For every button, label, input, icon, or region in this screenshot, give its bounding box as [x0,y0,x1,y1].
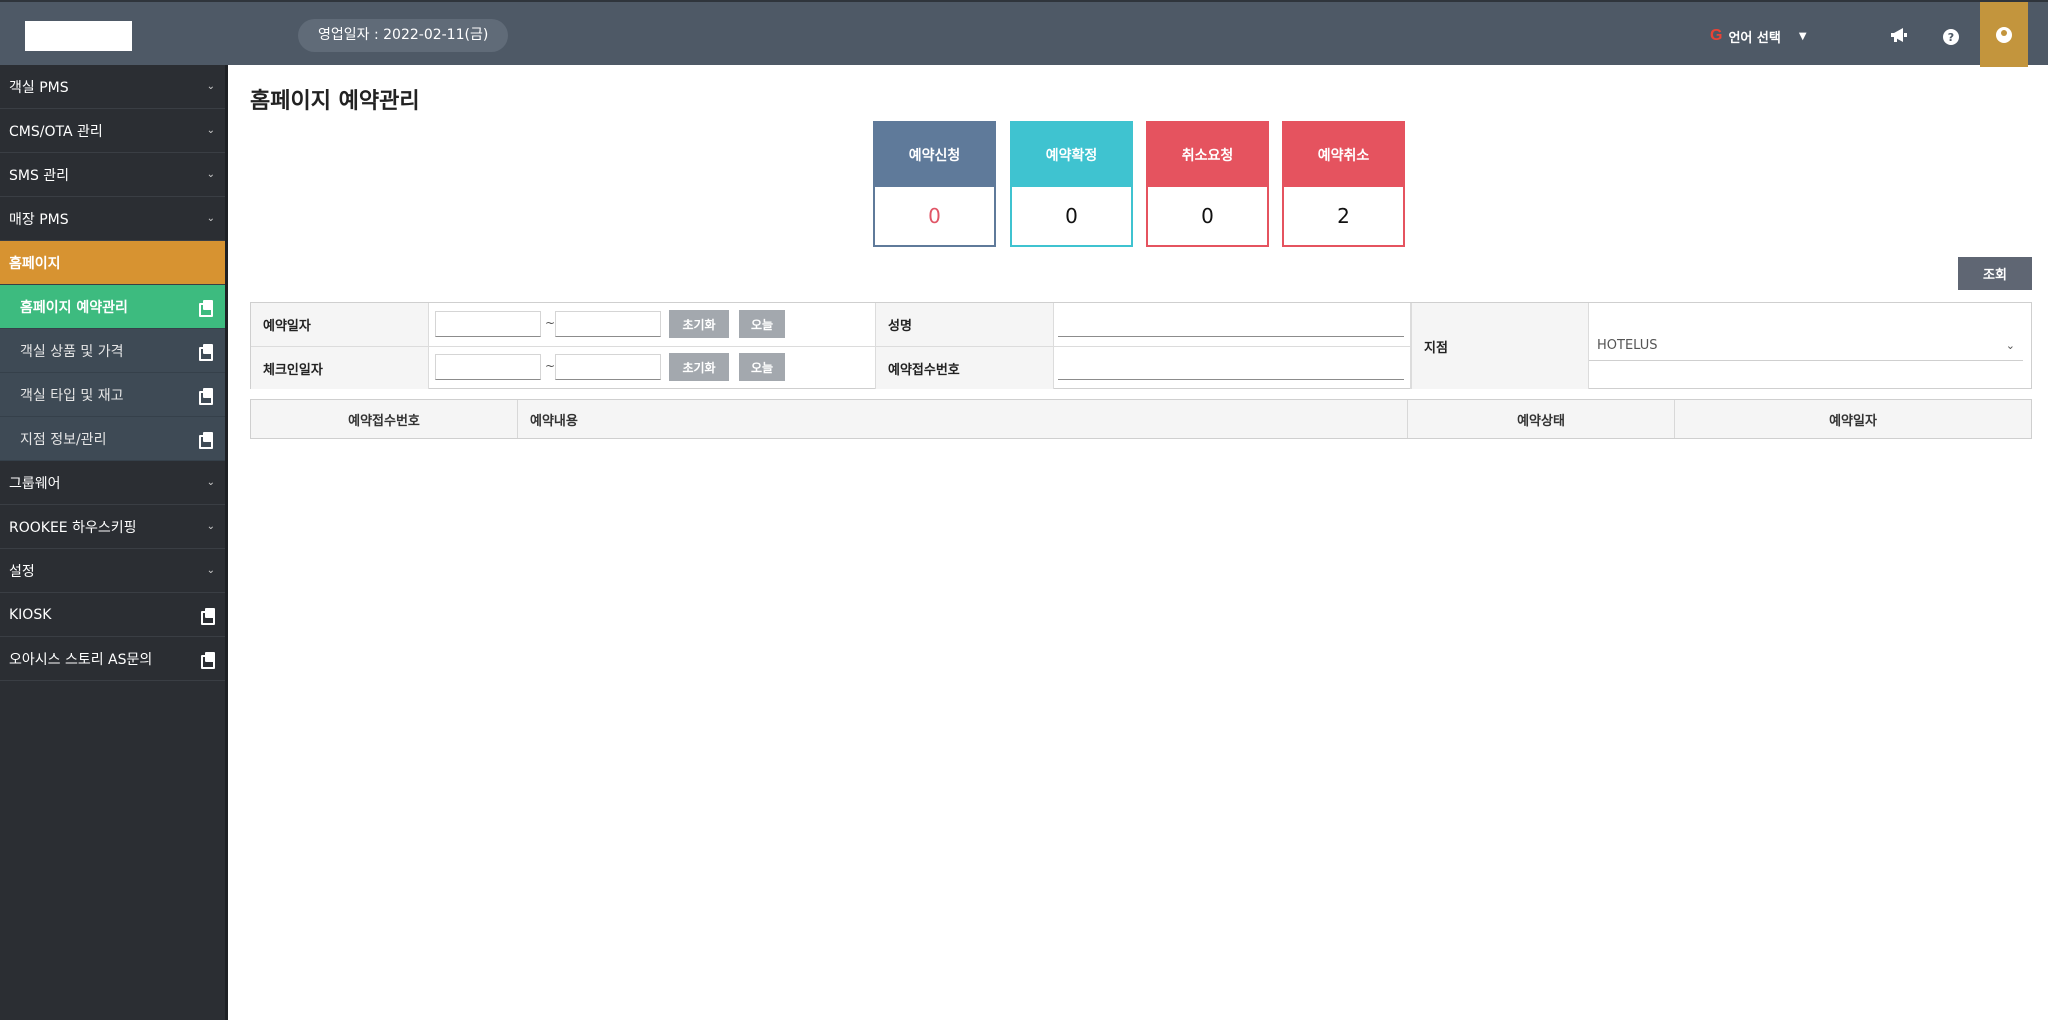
help-icon[interactable]: ? [1943,29,1959,45]
top-bar: 영업일자 : 2022-02-11(금) G 언어 선택 ▼ ? [0,0,2048,67]
language-selector[interactable]: G 언어 선택 ▼ [1710,24,1807,48]
sidebar-item-label: 설정 [9,563,35,580]
status-card-request[interactable]: 예약신청 0 [873,121,996,247]
open-window-icon [201,607,215,625]
reservation-number-cell [1054,347,1411,389]
sidebar-item-kiosk[interactable]: KIOSK [0,593,225,637]
reservation-date-label: 예약일자 [251,303,429,346]
chevron-down-icon: ⌄ [206,169,215,180]
sidebar-item-label: 지점 정보/관리 [20,431,107,448]
checkin-date-reset-button[interactable]: 초기화 [669,353,729,381]
reservation-date-today-button[interactable]: 오늘 [739,310,785,338]
sidebar-item-label: CMS/OTA 관리 [9,123,103,140]
sidebar-item-label: 객실 상품 및 가격 [20,343,124,360]
sidebar-item-settings[interactable]: 설정 ⌄ [0,549,225,593]
status-card-label: 예약취소 [1284,123,1403,187]
sidebar-item-label: KIOSK [9,606,52,623]
sidebar-item-store-pms[interactable]: 매장 PMS ⌄ [0,197,225,241]
sidebar-item-label: 매장 PMS [9,211,69,228]
sidebar-item-as-inquiry[interactable]: 오아시스 스토리 AS문의 [0,637,225,681]
checkin-date-range: ~ 초기화 오늘 [429,347,876,389]
range-separator: ~ [545,316,556,330]
status-card-cancel-request[interactable]: 취소요청 0 [1146,121,1269,247]
sidebar-item-housekeeping[interactable]: ROOKEE 하우스키핑 ⌄ [0,505,225,549]
chevron-down-icon: ⌄ [206,81,215,92]
open-window-icon [199,343,213,361]
open-window-icon [199,431,213,449]
sidebar-subitem-room-products[interactable]: 객실 상품 및 가격 [0,329,225,373]
status-card-cancelled[interactable]: 예약취소 2 [1282,121,1405,247]
main-content: 홈페이지 예약관리 예약신청 0 예약확정 0 취소요청 0 예약취소 2 조회… [230,65,2048,1020]
logo[interactable] [25,21,132,51]
sidebar-item-label: ROOKEE 하우스키핑 [9,519,137,536]
sidebar-item-label: 객실 타입 및 재고 [20,387,124,404]
user-account-button[interactable] [1980,2,2028,67]
sidebar: 객실 PMS ⌄ CMS/OTA 관리 ⌄ SMS 관리 ⌄ 매장 PMS ⌄ 홈페이지… [0,65,228,1020]
sidebar-item-label: 홈페이지 예약관리 [20,299,128,316]
business-date-badge: 영업일자 : 2022-02-11(금) [298,19,509,52]
page-title: 홈페이지 예약관리 [250,89,420,114]
sidebar-item-label: 객실 PMS [9,79,69,96]
sidebar-item-room-pms[interactable]: 객실 PMS ⌄ [0,65,225,109]
sidebar-subitem-room-types[interactable]: 객실 타입 및 재고 [0,373,225,417]
checkin-date-end-input[interactable] [555,354,661,380]
chevron-down-icon: ⌄ [206,521,215,532]
status-card-label: 취소요청 [1148,123,1267,187]
status-card-confirmed[interactable]: 예약확정 0 [1010,121,1133,247]
status-card-label: 예약신청 [875,123,994,187]
status-card-count: 0 [928,204,941,228]
chevron-down-icon: ⌄ [206,213,215,224]
google-icon: G [1710,27,1723,44]
reservation-date-end-input[interactable] [555,311,661,337]
status-card-count: 0 [1065,204,1078,228]
sidebar-subitem-branch-info[interactable]: 지점 정보/관리 [0,417,225,461]
chevron-down-icon: ⌄ [206,565,215,576]
checkin-date-label: 체크인일자 [251,347,429,389]
status-card-count: 2 [1337,204,1350,228]
status-card-label: 예약확정 [1012,123,1131,187]
status-card-count: 0 [1201,204,1214,228]
branch-select-value: HOTELUS [1597,338,1658,353]
megaphone-icon[interactable] [1888,24,1910,46]
chevron-down-icon: ⌄ [206,125,215,136]
checkin-date-start-input[interactable] [435,354,541,380]
language-label: 언어 선택 [1728,30,1781,46]
checkin-date-today-button[interactable]: 오늘 [739,353,785,381]
reservation-number-label: 예약접수번호 [876,347,1054,389]
open-window-icon [201,651,215,669]
name-field-cell [1054,303,1411,346]
search-form: 예약일자 ~ 초기화 오늘 성명 체크인일자 ~ 초기화 오늘 예약접수번호 지… [250,302,2032,389]
sidebar-item-sms[interactable]: SMS 관리 ⌄ [0,153,225,197]
name-input[interactable] [1058,311,1404,337]
branch-label: 지점 [1411,303,1589,389]
open-window-icon [199,387,213,405]
query-button[interactable]: 조회 [1958,257,2032,290]
sidebar-item-homepage[interactable]: 홈페이지 [0,241,225,285]
reservation-number-input[interactable] [1058,354,1404,380]
sidebar-item-label: 홈페이지 [9,255,61,272]
branch-select[interactable]: HOTELUS ⌄ [1589,331,2023,361]
range-separator: ~ [545,359,556,373]
reservation-table-header: 예약접수번호 예약내용 예약상태 예약일자 [250,399,2032,439]
column-header-reservation-status[interactable]: 예약상태 [1408,400,1675,438]
sidebar-item-label: 그룹웨어 [9,475,61,492]
caret-down-icon: ▼ [1798,30,1807,42]
sidebar-item-groupware[interactable]: 그룹웨어 ⌄ [0,461,225,505]
chevron-down-icon: ⌄ [206,477,215,488]
reservation-date-start-input[interactable] [435,311,541,337]
sidebar-item-label: SMS 관리 [9,167,70,184]
name-label: 성명 [876,303,1054,346]
sidebar-subitem-reservation-management[interactable]: 홈페이지 예약관리 [0,285,225,329]
reservation-date-reset-button[interactable]: 초기화 [669,310,729,338]
sidebar-item-label: 오아시스 스토리 AS문의 [9,651,153,668]
user-icon [1996,26,2012,43]
column-header-reservation-date[interactable]: 예약일자 [1675,400,2031,438]
reservation-date-range: ~ 초기화 오늘 [429,303,876,346]
sidebar-item-cms-ota[interactable]: CMS/OTA 관리 ⌄ [0,109,225,153]
chevron-down-icon: ⌄ [2005,339,2015,352]
column-header-reservation-number[interactable]: 예약접수번호 [251,400,518,438]
open-window-icon [199,299,213,317]
column-header-reservation-content[interactable]: 예약내용 [518,400,1408,438]
